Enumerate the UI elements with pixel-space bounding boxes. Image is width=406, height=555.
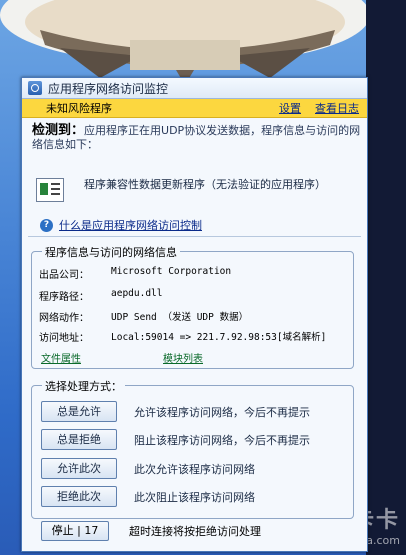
path-value: aepdu.dll: [111, 288, 163, 299]
settings-link[interactable]: 设置: [279, 100, 301, 116]
allow-once-button[interactable]: 允许此次: [41, 458, 117, 479]
allow-once-desc: 此次允许该程序访问网络: [134, 462, 255, 476]
file-attributes-link[interactable]: 文件属性: [41, 350, 81, 365]
titlebar[interactable]: 应用程序网络访问监控: [22, 78, 367, 99]
detect-label: 检测到：: [32, 123, 85, 138]
always-deny-row: 总是拒绝 阻止该程序访问网络，今后不再提示: [41, 429, 310, 450]
program-name: 程序兼容性数据更新程序（无法验证的应用程序）: [84, 178, 326, 191]
view-log-link[interactable]: 查看日志: [315, 100, 359, 116]
always-allow-row: 总是允许 允许该程序访问网络，今后不再提示: [41, 401, 310, 422]
action-key: 网络动作：: [39, 313, 89, 324]
action-legend: 选择处理方式：: [42, 378, 125, 394]
help-row: ? 什么是应用程序网络访问控制: [40, 217, 202, 233]
always-deny-button[interactable]: 总是拒绝: [41, 429, 117, 450]
module-list-link[interactable]: 模块列表: [163, 350, 203, 365]
help-icon: ?: [40, 218, 53, 232]
action-group: 选择处理方式： 总是允许 允许该程序访问网络，今后不再提示 总是拒绝 阻止该程序…: [31, 378, 354, 519]
stop-countdown-button[interactable]: 停止 | 17: [41, 521, 109, 541]
info-legend: 程序信息与访问的网络信息: [42, 244, 180, 260]
address-value: Local:59014 => 221.7.92.98:53[域名解析]: [111, 332, 327, 343]
deny-once-button[interactable]: 拒绝此次: [41, 486, 117, 507]
info-group: 程序信息与访问的网络信息 出品公司： Microsoft Corporation…: [31, 244, 354, 369]
path-row: 程序路径： aepdu.dll: [39, 288, 162, 303]
publisher-value: Microsoft Corporation: [111, 266, 232, 277]
always-allow-desc: 允许该程序访问网络，今后不再提示: [134, 405, 310, 419]
action-row: 网络动作： UDP Send （发送 UDP 数据）: [39, 309, 248, 324]
bottom-row: 停止 | 17 超时连接将按拒绝访问处理: [41, 521, 261, 541]
risk-bar: 未知风险程序 设置 查看日志: [22, 99, 367, 118]
deny-once-row: 拒绝此次 此次阻止该程序访问网络: [41, 486, 255, 507]
program-row: 程序兼容性数据更新程序（无法验证的应用程序）: [36, 178, 356, 202]
app-shield-icon: [28, 81, 42, 95]
allow-once-row: 允许此次 此次允许该程序访问网络: [41, 458, 255, 479]
detection-message: 检测到：应用程序正在用UDP协议发送数据，程序信息与访问的网络信息如下：: [32, 124, 362, 152]
always-deny-desc: 阻止该程序访问网络，今后不再提示: [134, 433, 310, 447]
timeout-text: 超时连接将按拒绝访问处理: [129, 525, 261, 538]
publisher-row: 出品公司： Microsoft Corporation: [39, 266, 231, 281]
publisher-key: 出品公司：: [39, 270, 89, 281]
deny-once-desc: 此次阻止该程序访问网络: [134, 490, 255, 504]
network-monitor-dialog: 应用程序网络访问监控 未知风险程序 设置 查看日志 检测到：应用程序正在用UDP…: [21, 77, 368, 552]
always-allow-button[interactable]: 总是允许: [41, 401, 117, 422]
risk-label: 未知风险程序: [46, 102, 112, 115]
separator: [28, 236, 361, 237]
help-link[interactable]: 什么是应用程序网络访问控制: [59, 217, 202, 233]
address-row: 访问地址： Local:59014 => 221.7.92.98:53[域名解析…: [39, 329, 326, 344]
path-key: 程序路径：: [39, 292, 89, 303]
address-key: 访问地址：: [39, 333, 89, 344]
program-icon: [36, 178, 64, 202]
action-value: UDP Send （发送 UDP 数据）: [111, 312, 249, 323]
window-title: 应用程序网络访问监控: [48, 81, 169, 96]
